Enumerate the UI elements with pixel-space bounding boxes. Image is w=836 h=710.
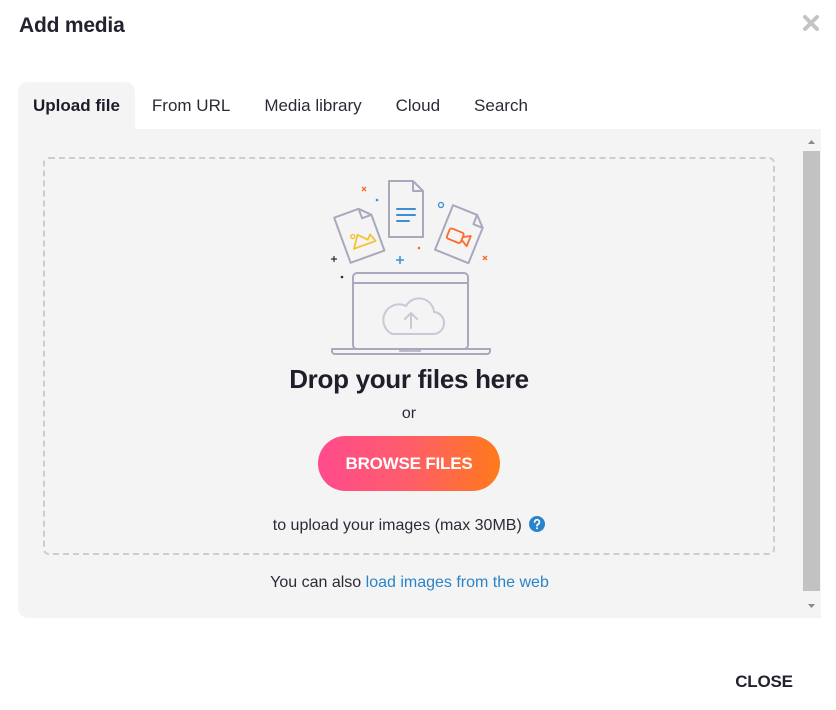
tab-upload-file[interactable]: Upload file — [18, 82, 135, 129]
image-file-icon — [333, 207, 386, 264]
load-from-web-line: You can also load images from the web — [18, 574, 801, 592]
load-from-web-link[interactable]: load images from the web — [366, 574, 549, 591]
also-prefix-text: You can also — [270, 574, 362, 591]
browse-files-button[interactable]: BROWSE FILES — [318, 436, 500, 491]
dialog-title: Add media — [19, 14, 125, 37]
close-button[interactable]: CLOSE — [724, 664, 804, 700]
scrollbar-thumb[interactable] — [803, 151, 820, 591]
question-circle-icon[interactable] — [529, 516, 546, 532]
upload-hint-text: to upload your images (max 30MB) — [272, 517, 522, 534]
tab-media-library[interactable]: Media library — [247, 82, 378, 129]
or-divider-text: or — [401, 405, 417, 422]
panel-scrollbar[interactable] — [802, 129, 821, 618]
tab-cloud[interactable]: Cloud — [379, 82, 457, 129]
tab-search[interactable]: Search — [457, 82, 545, 129]
scroll-down-arrow-icon[interactable] — [802, 599, 821, 611]
document-file-icon — [388, 180, 424, 238]
scroll-up-arrow-icon[interactable] — [802, 135, 821, 147]
laptop-upload-cloud-icon — [320, 176, 500, 358]
upload-hint: to upload your images (max 30MB) — [43, 516, 775, 535]
drop-heading: Drop your files here — [289, 364, 529, 394]
tab-bar: Upload file From URL Media library Cloud… — [18, 82, 545, 129]
tab-from-url[interactable]: From URL — [135, 82, 247, 129]
close-x-icon[interactable] — [798, 10, 824, 36]
video-file-icon — [434, 204, 484, 265]
